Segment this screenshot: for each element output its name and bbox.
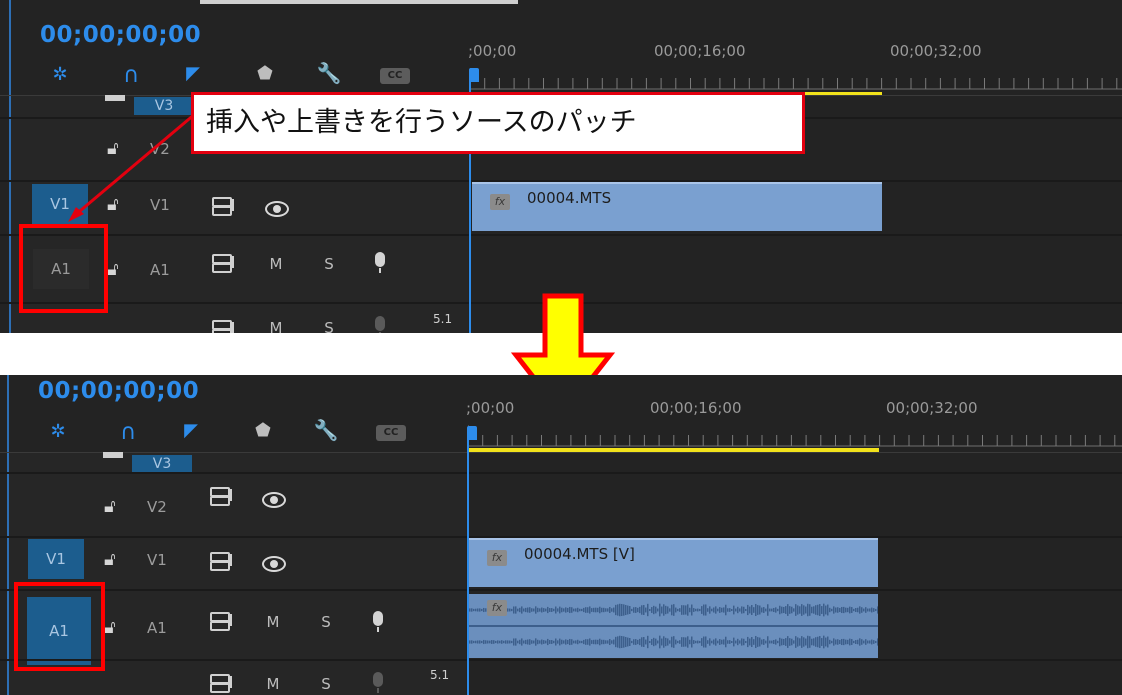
- mute-button-a2[interactable]: M: [261, 675, 285, 693]
- sync-lock-icon-v1[interactable]: [212, 197, 234, 216]
- snap-icon[interactable]: ✲: [47, 64, 73, 85]
- ruler-label-0: ;00;00: [468, 42, 517, 60]
- sync-lock-icon-a2[interactable]: [212, 320, 234, 333]
- eye-icon-v1[interactable]: [265, 201, 289, 217]
- lock-icon-v1[interactable]: 🔓︎: [104, 549, 116, 570]
- mute-button-a1[interactable]: M: [261, 613, 285, 631]
- track-name-v3[interactable]: V3: [132, 455, 192, 473]
- solo-button-a2[interactable]: S: [317, 319, 341, 333]
- top-menu-edge: [200, 0, 518, 4]
- time-ruler-ticks[interactable]: [468, 421, 1122, 447]
- source-patch-v1[interactable]: V1: [28, 539, 84, 579]
- solo-button-a1[interactable]: S: [314, 613, 338, 631]
- sync-lock-icon-v1[interactable]: [210, 552, 232, 571]
- sync-lock-icon-a1[interactable]: [212, 254, 234, 273]
- highlight-box-a1: [19, 224, 108, 313]
- linked-selection-icon[interactable]: ◤: [178, 420, 204, 441]
- track-name-a1: A1: [147, 619, 167, 637]
- audio-waveform: [469, 603, 878, 649]
- snap-icon[interactable]: ✲: [45, 421, 71, 442]
- mic-icon-a1[interactable]: [375, 252, 385, 273]
- callout-arrow: [68, 112, 196, 222]
- fx-badge: fx: [487, 550, 507, 566]
- wrench-icon[interactable]: 🔧: [316, 61, 342, 85]
- timecode-display[interactable]: 00;00;00;00: [38, 378, 199, 404]
- clip-name: 00004.MTS: [527, 189, 612, 207]
- timeline-panel-before: 00;00;00;00 ✲ ∩ ◤ ⬟ 🔧 CC ;00;00 00;00;16…: [0, 0, 1122, 333]
- sync-lock-icon-a1[interactable]: [210, 612, 232, 631]
- time-ruler-ticks[interactable]: [470, 64, 1122, 90]
- ruler-label-2: 00;00;32;00: [890, 42, 982, 60]
- eye-icon-v1[interactable]: [262, 556, 286, 572]
- mute-button-a1[interactable]: M: [264, 255, 288, 273]
- track-name-v1: V1: [147, 551, 167, 569]
- fx-badge-audio: fx: [487, 600, 507, 616]
- ruler-label-0: ;00;00: [466, 399, 515, 417]
- solo-button-a2[interactable]: S: [314, 675, 338, 693]
- channel-badge-a2: 5.1: [433, 312, 453, 326]
- mic-icon-a2[interactable]: [373, 672, 383, 693]
- marker-icon[interactable]: ⬟: [250, 420, 276, 441]
- lock-icon-a1[interactable]: 🔓︎: [104, 617, 116, 638]
- clip-name: 00004.MTS [V]: [524, 545, 635, 563]
- highlight-box-a1: [14, 582, 105, 671]
- linked-selection-icon[interactable]: ◤: [180, 63, 206, 84]
- wrench-icon[interactable]: 🔧: [313, 418, 339, 442]
- track-name-v2: V2: [147, 498, 167, 516]
- sync-lock-icon-a2[interactable]: [210, 674, 232, 693]
- lock-icon-v2[interactable]: 🔓︎: [104, 496, 116, 517]
- lock-icon-a1[interactable]: 🔓︎: [107, 259, 119, 280]
- playhead-line[interactable]: [467, 438, 469, 695]
- timecode-display[interactable]: 00;00;00;00: [40, 22, 201, 48]
- mic-icon-a2[interactable]: [375, 316, 385, 333]
- annotation-callout: 挿入や上書きを行うソースのパッチ: [191, 92, 805, 154]
- magnet-icon[interactable]: ∩: [115, 420, 141, 445]
- video-clip[interactable]: fx 00004.MTS: [472, 182, 882, 231]
- marker-icon[interactable]: ⬟: [252, 63, 278, 84]
- timeline-panel-after: 00;00;00;00 ✲ ∩ ◤ ⬟ 🔧 CC ;00;00 00;00;16…: [0, 375, 1122, 695]
- solo-button-a1[interactable]: S: [317, 255, 341, 273]
- captions-icon[interactable]: CC: [376, 425, 406, 441]
- track-name-a1: A1: [150, 261, 170, 279]
- fx-badge: fx: [490, 194, 510, 210]
- mute-button-a2[interactable]: M: [264, 319, 288, 333]
- ruler-label-2: 00;00;32;00: [886, 399, 978, 417]
- video-clip[interactable]: fx 00004.MTS [V]: [469, 538, 878, 587]
- channel-badge-a2: 5.1: [430, 668, 450, 682]
- lock-icon-v3[interactable]: [105, 95, 125, 101]
- magnet-icon[interactable]: ∩: [118, 63, 144, 88]
- sync-lock-icon-v2[interactable]: [210, 487, 232, 506]
- audio-clip[interactable]: fx: [469, 594, 878, 658]
- eye-icon-v2[interactable]: [262, 492, 286, 508]
- captions-icon[interactable]: CC: [380, 68, 410, 84]
- lock-icon-v3[interactable]: [103, 452, 123, 458]
- ruler-label-1: 00;00;16;00: [650, 399, 742, 417]
- mic-icon-a1[interactable]: [373, 611, 383, 632]
- ruler-label-1: 00;00;16;00: [654, 42, 746, 60]
